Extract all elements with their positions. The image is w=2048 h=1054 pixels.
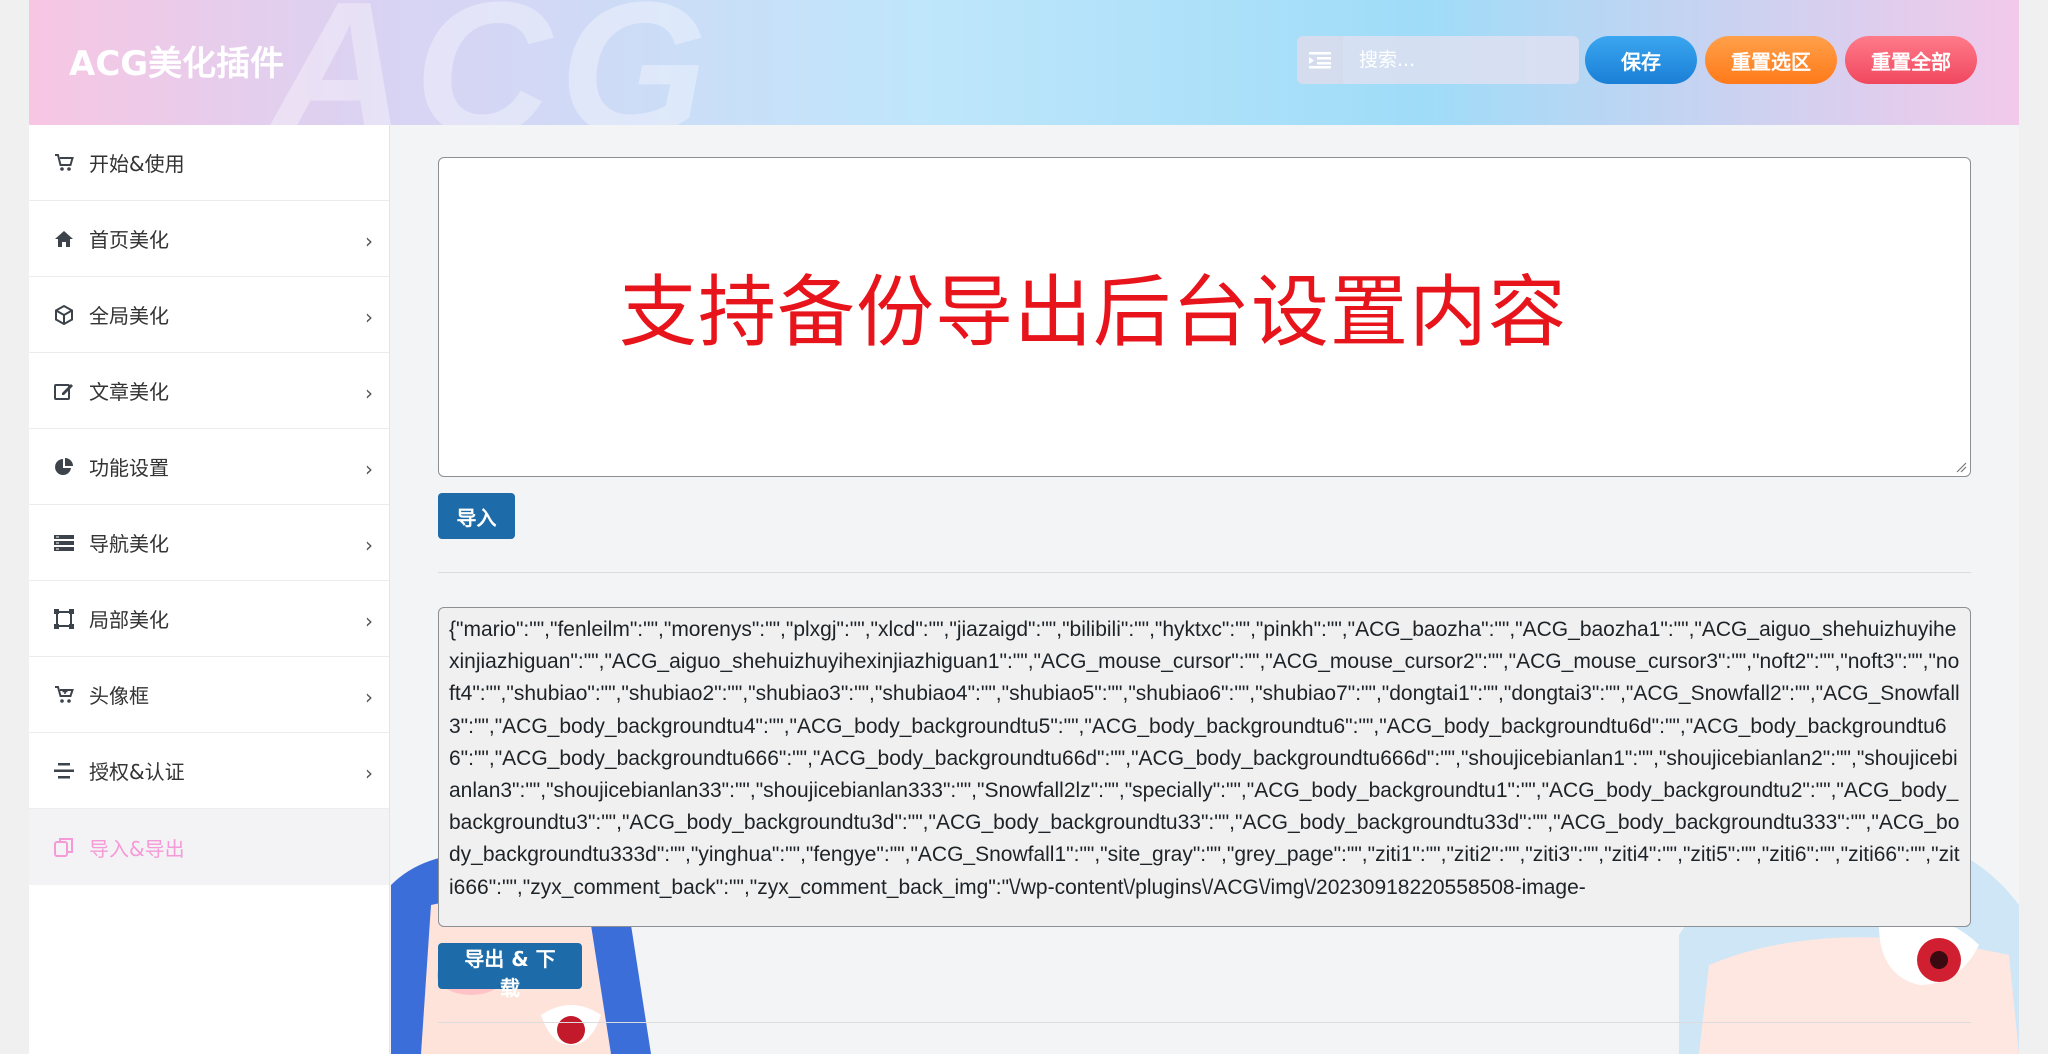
import-note: 支持备份导出后台设置内容: [619, 268, 1568, 358]
sidebar-item-label: 文章美化: [89, 380, 169, 404]
reset-selection-button[interactable]: 重置选区: [1705, 36, 1837, 84]
sidebar-item-license[interactable]: 授权&认证 ›: [29, 733, 389, 809]
divider: [438, 1022, 1971, 1023]
edit-icon: [53, 380, 75, 402]
crop-icon: [53, 608, 75, 630]
reset-all-button[interactable]: 重置全部: [1845, 36, 1977, 84]
import-button[interactable]: 导入: [438, 493, 515, 539]
brand-title: ACG美化插件: [69, 44, 285, 84]
sidebar-item-label: 全局美化: [89, 304, 169, 328]
sidebar-item-label: 局部美化: [89, 608, 169, 632]
sidebar-item-global[interactable]: 全局美化 ›: [29, 277, 389, 353]
home-icon: [53, 228, 75, 250]
app-window: ACG ACG美化插件 保存 重置选区 重置全部 开始&使用: [29, 0, 2019, 1054]
chevron-right-icon: ›: [365, 533, 373, 557]
sidebar-item-avatar-frame[interactable]: 头像框 ›: [29, 657, 389, 733]
chevron-right-icon: ›: [365, 457, 373, 481]
sidebar-item-features[interactable]: 功能设置 ›: [29, 429, 389, 505]
sidebar-item-label: 头像框: [89, 684, 149, 708]
sidebar-item-home[interactable]: 首页美化 ›: [29, 201, 389, 277]
cube-icon: [53, 304, 75, 326]
export-download-button[interactable]: 导出 & 下载: [438, 943, 582, 1000]
main-content: 支持备份导出后台设置内容 导入 {"mario":"","fenleilm":"…: [391, 125, 2019, 1054]
export-textarea[interactable]: {"mario":"","fenleilm":"","morenys":"","…: [438, 607, 1971, 927]
sidebar-item-article[interactable]: 文章美化 ›: [29, 353, 389, 429]
save-button[interactable]: 保存: [1585, 36, 1697, 84]
sidebar-item-label: 导航美化: [89, 532, 169, 556]
sidebar-item-nav[interactable]: 导航美化 ›: [29, 505, 389, 581]
chevron-right-icon: ›: [365, 305, 373, 329]
header: ACG ACG美化插件 保存 重置选区 重置全部: [29, 0, 2019, 125]
copy-icon: [53, 836, 75, 858]
sidebar-item-import-export[interactable]: 导入&导出: [29, 809, 389, 885]
align-icon: [53, 760, 75, 782]
brand-watermark: ACG: [269, 0, 716, 125]
menu-toggle-button[interactable]: [1297, 36, 1343, 84]
cart-icon: [53, 152, 75, 174]
list-icon: [53, 532, 75, 554]
chevron-right-icon: ›: [365, 609, 373, 633]
divider: [438, 572, 1971, 573]
pie-chart-icon: [53, 456, 75, 478]
chevron-right-icon: ›: [365, 381, 373, 405]
sidebar-item-label: 导入&导出: [89, 836, 185, 861]
sidebar-item-local[interactable]: 局部美化 ›: [29, 581, 389, 657]
chevron-right-icon: ›: [365, 761, 373, 785]
chevron-right-icon: ›: [365, 685, 373, 709]
shopping-cart-icon: [53, 684, 75, 706]
chevron-right-icon: ›: [365, 229, 373, 253]
sidebar-item-label: 功能设置: [89, 456, 169, 480]
import-textarea[interactable]: 支持备份导出后台设置内容: [438, 157, 1971, 477]
sidebar: 开始&使用 首页美化 › 全局美化 › 文章美化 › 功能设置 › 导航美化 ›…: [29, 125, 390, 1054]
header-tools: 保存 重置选区 重置全部: [1297, 36, 1977, 84]
list-indent-icon: [1309, 52, 1331, 69]
sidebar-item-label: 授权&认证: [89, 760, 185, 784]
sidebar-item-label: 首页美化: [89, 228, 169, 252]
sidebar-item-label: 开始&使用: [89, 152, 185, 176]
resize-grip-icon[interactable]: [1955, 461, 1967, 473]
sidebar-item-start[interactable]: 开始&使用: [29, 125, 389, 201]
search-input[interactable]: [1343, 36, 1579, 84]
